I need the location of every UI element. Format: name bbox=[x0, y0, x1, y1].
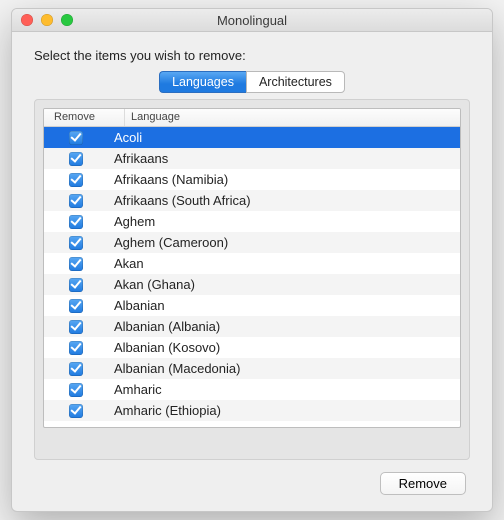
remove-checkbox[interactable] bbox=[69, 299, 83, 313]
table-row[interactable]: Akan bbox=[44, 253, 460, 274]
column-header-language[interactable]: Language bbox=[125, 109, 460, 126]
remove-checkbox[interactable] bbox=[69, 152, 83, 166]
cell-language: Afrikaans (South Africa) bbox=[108, 190, 460, 211]
cell-remove bbox=[44, 299, 108, 313]
cell-language: Aghem bbox=[108, 211, 460, 232]
cell-language: Amharic (Ethiopia) bbox=[108, 400, 460, 421]
remove-checkbox[interactable] bbox=[69, 215, 83, 229]
cell-language: Albanian (Albania) bbox=[108, 316, 460, 337]
table-row[interactable]: Albanian (Kosovo) bbox=[44, 337, 460, 358]
table-row[interactable]: Aghem (Cameroon) bbox=[44, 232, 460, 253]
cell-language: Afrikaans (Namibia) bbox=[108, 169, 460, 190]
cell-language: Amharic bbox=[108, 379, 460, 400]
table-row[interactable]: Acoli bbox=[44, 127, 460, 148]
cell-language: Akan bbox=[108, 253, 460, 274]
table-panel: Remove Language AcoliAfrikaansAfrikaans … bbox=[34, 99, 470, 460]
instruction-text: Select the items you wish to remove: bbox=[34, 48, 470, 63]
cell-language: Albanian (Kosovo) bbox=[108, 337, 460, 358]
cell-language: Afrikaans bbox=[108, 148, 460, 169]
table-row[interactable]: Albanian (Albania) bbox=[44, 316, 460, 337]
tab-architectures[interactable]: Architectures bbox=[246, 71, 345, 93]
table-row[interactable]: Albanian bbox=[44, 295, 460, 316]
tab-segmented-control: Languages Architectures bbox=[159, 71, 345, 93]
remove-checkbox[interactable] bbox=[69, 320, 83, 334]
tab-languages[interactable]: Languages bbox=[159, 71, 246, 93]
table-header: Remove Language bbox=[44, 109, 460, 127]
cell-language: Akan (Ghana) bbox=[108, 274, 460, 295]
cell-language: Albanian bbox=[108, 295, 460, 316]
remove-checkbox[interactable] bbox=[69, 131, 83, 145]
cell-language: Aghem (Cameroon) bbox=[108, 232, 460, 253]
cell-remove bbox=[44, 278, 108, 292]
table-row[interactable]: Afrikaans (South Africa) bbox=[44, 190, 460, 211]
cell-remove bbox=[44, 173, 108, 187]
remove-checkbox[interactable] bbox=[69, 236, 83, 250]
table-row[interactable]: Amharic (Ethiopia) bbox=[44, 400, 460, 421]
cell-remove bbox=[44, 383, 108, 397]
content-area: Select the items you wish to remove: Lan… bbox=[12, 32, 492, 511]
cell-remove bbox=[44, 341, 108, 355]
cell-remove bbox=[44, 404, 108, 418]
remove-checkbox[interactable] bbox=[69, 257, 83, 271]
table-body: AcoliAfrikaansAfrikaans (Namibia)Afrikaa… bbox=[44, 127, 460, 427]
cell-remove bbox=[44, 215, 108, 229]
table-row[interactable]: Amharic bbox=[44, 379, 460, 400]
remove-checkbox[interactable] bbox=[69, 383, 83, 397]
remove-checkbox[interactable] bbox=[69, 341, 83, 355]
minimize-icon[interactable] bbox=[41, 14, 53, 26]
remove-checkbox[interactable] bbox=[69, 194, 83, 208]
cell-language: Albanian (Macedonia) bbox=[108, 358, 460, 379]
cell-remove bbox=[44, 152, 108, 166]
footer: Remove bbox=[34, 460, 470, 497]
cell-remove bbox=[44, 194, 108, 208]
table-row[interactable]: Akan (Ghana) bbox=[44, 274, 460, 295]
cell-remove bbox=[44, 236, 108, 250]
table-row[interactable]: Aghem bbox=[44, 211, 460, 232]
titlebar: Monolingual bbox=[12, 9, 492, 32]
table-row[interactable]: Afrikaans bbox=[44, 148, 460, 169]
cell-remove bbox=[44, 320, 108, 334]
window-title: Monolingual bbox=[12, 13, 492, 28]
close-icon[interactable] bbox=[21, 14, 33, 26]
remove-button[interactable]: Remove bbox=[380, 472, 466, 495]
table-row[interactable]: Afrikaans (Namibia) bbox=[44, 169, 460, 190]
table-row[interactable]: Albanian (Macedonia) bbox=[44, 358, 460, 379]
cell-language: Acoli bbox=[108, 127, 460, 148]
cell-remove bbox=[44, 131, 108, 145]
column-header-remove[interactable]: Remove bbox=[44, 109, 125, 126]
languages-table: Remove Language AcoliAfrikaansAfrikaans … bbox=[43, 108, 461, 428]
window-controls bbox=[21, 14, 73, 26]
remove-checkbox[interactable] bbox=[69, 173, 83, 187]
cell-remove bbox=[44, 257, 108, 271]
zoom-icon[interactable] bbox=[61, 14, 73, 26]
remove-checkbox[interactable] bbox=[69, 404, 83, 418]
remove-checkbox[interactable] bbox=[69, 362, 83, 376]
cell-remove bbox=[44, 362, 108, 376]
remove-checkbox[interactable] bbox=[69, 278, 83, 292]
app-window: Monolingual Select the items you wish to… bbox=[11, 8, 493, 512]
